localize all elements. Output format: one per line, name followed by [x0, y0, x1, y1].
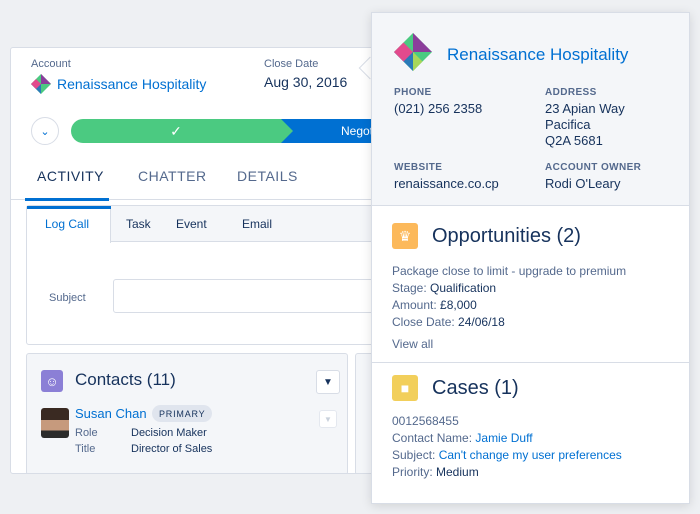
- tab-activity[interactable]: ACTIVITY: [37, 168, 104, 184]
- contacts-card: ☺ Contacts (11) ▼ Susan Chan PRIMARY ▼ R…: [26, 353, 348, 473]
- section-divider: [372, 362, 689, 363]
- account-link[interactable]: Renaissance Hospitality: [31, 74, 206, 94]
- opportunity-link[interactable]: Package close to limit - upgrade to prem…: [392, 264, 626, 278]
- sales-path: ⌄ ✓ Negoti: [31, 117, 389, 145]
- close-date-value: 24/06/18: [458, 315, 505, 329]
- composer-tab-email[interactable]: Email: [242, 217, 272, 231]
- composer-tab-event[interactable]: Event: [176, 217, 207, 231]
- owner-value[interactable]: Rodi O'Leary: [545, 176, 620, 192]
- website-label: WEBSITE: [394, 162, 443, 173]
- phone-value[interactable]: (021) 256 2358: [394, 101, 482, 117]
- amount-value: £8,000: [440, 298, 477, 312]
- view-all-link[interactable]: View all: [392, 337, 433, 351]
- cases-title: Cases (1): [432, 377, 519, 399]
- account-label: Account: [31, 58, 71, 70]
- contact-icon: ☺: [41, 370, 63, 392]
- path-stage-complete[interactable]: ✓: [71, 119, 281, 143]
- popover-account-name[interactable]: Renaissance Hospitality: [447, 45, 628, 65]
- composer-tab-bar: Log Call Task Event Email: [27, 206, 389, 243]
- caret-down-icon: ▼: [323, 376, 333, 388]
- case-subject-label: Subject:: [392, 448, 436, 462]
- caret-down-icon: ▼: [324, 414, 332, 424]
- case-subject-link[interactable]: Can't change my user preferences: [439, 448, 622, 462]
- tab-chatter[interactable]: CHATTER: [138, 168, 207, 184]
- contact-title-label: Title: [75, 443, 96, 455]
- opportunity-stage: Stage: Qualification: [392, 281, 496, 295]
- tab-details[interactable]: DETAILS: [237, 168, 298, 184]
- contact-row-menu-button[interactable]: ▼: [319, 410, 337, 428]
- close-date-label: Close Date:: [392, 315, 455, 329]
- record-card: Account Renaissance Hospitality Close Da…: [10, 47, 390, 474]
- contact-name-link[interactable]: Susan Chan: [75, 406, 147, 421]
- path-toggle-button[interactable]: ⌄: [31, 117, 59, 145]
- avatar: [41, 408, 69, 438]
- case-contact-link[interactable]: Jamie Duff: [475, 431, 532, 445]
- activity-composer: Log Call Task Event Email Subject: [26, 205, 389, 345]
- opportunity-close-date: Close Date: 24/06/18: [392, 315, 505, 329]
- case-contact-label: Contact Name:: [392, 431, 473, 445]
- opportunities-title: Opportunities (2): [432, 225, 581, 247]
- close-date-value: Aug 30, 2016: [264, 74, 348, 90]
- case-priority: Priority: Medium: [392, 465, 479, 479]
- close-date-label: Close Date: [264, 58, 319, 70]
- record-tabs: ACTIVITY CHATTER DETAILS: [11, 158, 389, 201]
- popover-header: Renaissance Hospitality PHONE (021) 256 …: [372, 13, 689, 206]
- close-date-field: Close Date Aug 30, 2016: [264, 58, 347, 90]
- tab-active-indicator: [25, 198, 109, 201]
- account-field: Account Renaissance Hospitality: [31, 58, 206, 94]
- owner-label: ACCOUNT OWNER: [545, 162, 642, 173]
- opportunity-amount: Amount: £8,000: [392, 298, 477, 312]
- case-contact: Contact Name: Jamie Duff: [392, 431, 533, 445]
- stage-label: Stage:: [392, 281, 427, 295]
- status-badge: PRIMARY: [152, 405, 213, 422]
- case-priority-label: Priority:: [392, 465, 433, 479]
- case-subject: Subject: Can't change my user preference…: [392, 448, 622, 462]
- address-label: ADDRESS: [545, 87, 597, 98]
- subject-input[interactable]: [113, 279, 388, 313]
- subject-label: Subject: [49, 292, 86, 304]
- address-line-1: 23 Apian Way: [545, 101, 625, 116]
- address-line-3: Q2A 5681: [545, 133, 603, 148]
- account-logo-icon: [31, 74, 51, 94]
- address-line-2: Pacifica: [545, 117, 591, 132]
- contacts-menu-button[interactable]: ▼: [316, 370, 340, 394]
- website-value[interactable]: renaissance.co.cp: [394, 176, 499, 192]
- contact-title-value: Director of Sales: [131, 443, 213, 455]
- phone-label: PHONE: [394, 87, 432, 98]
- chevron-down-icon: ⌄: [40, 125, 50, 138]
- briefcase-icon: ■: [392, 375, 418, 401]
- contact-role-value: Decision Maker: [131, 427, 207, 439]
- account-logo-icon: [394, 33, 432, 71]
- composer-tab-log-call[interactable]: Log Call: [45, 217, 89, 231]
- case-number-link[interactable]: 0012568455: [392, 414, 459, 428]
- composer-tab-task[interactable]: Task: [126, 217, 151, 231]
- check-icon: ✓: [170, 122, 182, 139]
- composer-tab-indicator: [27, 206, 111, 209]
- case-priority-value: Medium: [436, 465, 479, 479]
- path-chevron-divider: [281, 119, 293, 143]
- account-name: Renaissance Hospitality: [57, 76, 207, 92]
- account-hover-popover: Renaissance Hospitality PHONE (021) 256 …: [371, 12, 690, 504]
- contact-role-label: Role: [75, 427, 98, 439]
- crown-icon: ♛: [392, 223, 418, 249]
- amount-label: Amount:: [392, 298, 437, 312]
- contacts-title[interactable]: Contacts (11): [75, 370, 176, 390]
- stage-value: Qualification: [430, 281, 497, 295]
